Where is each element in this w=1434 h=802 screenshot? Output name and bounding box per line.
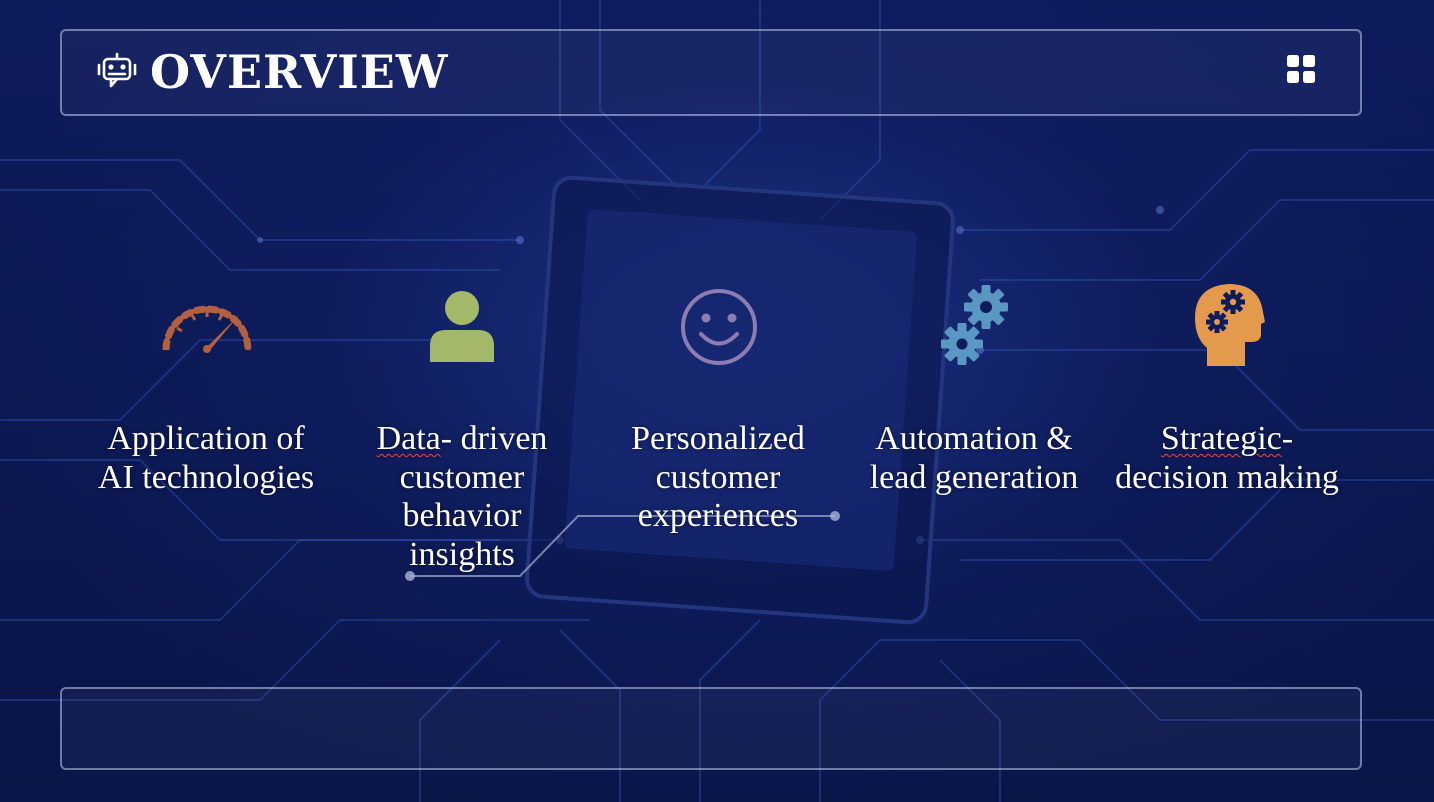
slide: OVERVIEW Application of AI technologies …: [0, 0, 1434, 802]
feature-label-strategic-word: Strategic: [1160, 420, 1282, 457]
grid-icon[interactable]: [1287, 55, 1315, 83]
feature-label-personalized: Personalized customer experiences: [631, 420, 805, 534]
head-gears-icon: [1195, 284, 1265, 366]
speedometer-icon: [162, 305, 252, 353]
gears-icon: [941, 285, 1008, 365]
robot-icon: [97, 52, 137, 88]
person-icon: [430, 291, 494, 362]
feature-label-strategic: Strategic- decision making: [1112, 420, 1342, 497]
feature-label-automation: Automation & lead generation: [869, 420, 1079, 496]
circuit-background: [0, 0, 1434, 802]
slide-title: OVERVIEW: [150, 45, 449, 99]
feature-label-data-word: Data: [376, 420, 441, 457]
feature-label-application: Application of AI technologies: [97, 420, 315, 496]
smiley-icon: [681, 289, 757, 365]
feature-label-data-driven: Data- driven customer behavior insights: [347, 420, 577, 574]
footer-bar: [60, 687, 1362, 770]
